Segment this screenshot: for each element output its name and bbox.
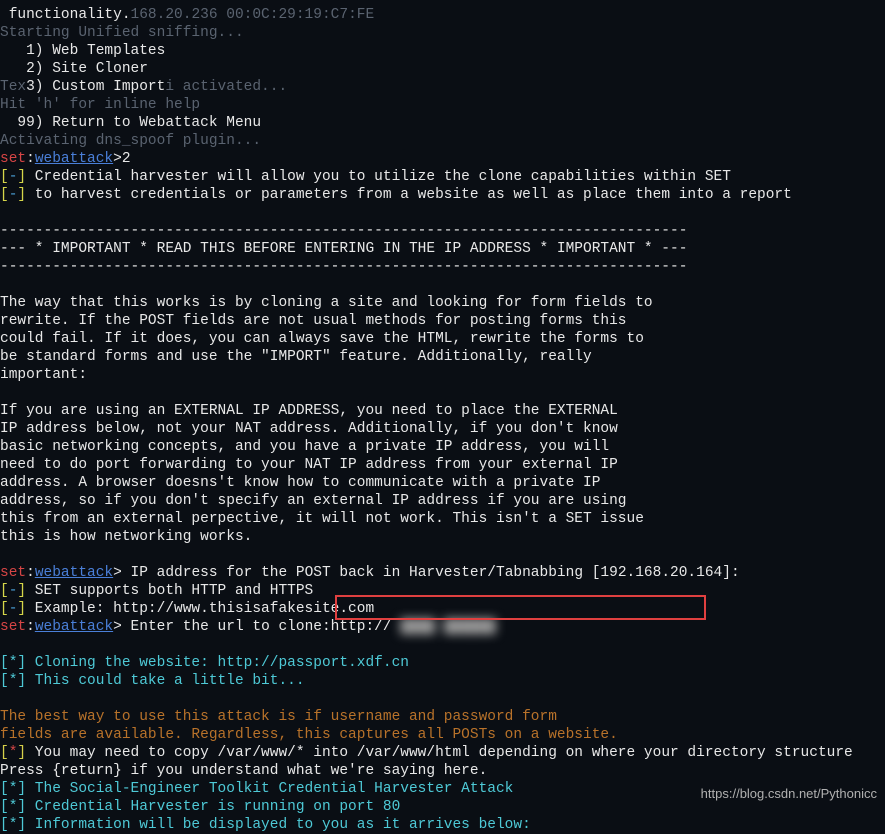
- info-line-2: to harvest credentials or parameters fro…: [26, 187, 792, 203]
- social-msg: The Social-Engineer Toolkit Credential H…: [26, 781, 513, 797]
- ip-prompt[interactable]: > IP address for the POST back in Harves…: [113, 565, 740, 581]
- cloning-msg: Cloning the website: http://passport.xdf…: [26, 655, 409, 671]
- text-sniffing: Starting Unified sniffing...: [0, 25, 244, 41]
- info-display: Information will be displayed to you as …: [26, 817, 531, 833]
- text-dns: Activating dns_spoof plugin...: [0, 133, 261, 149]
- text-help: Hit 'h' for inline help: [0, 97, 200, 113]
- prompt-webattack: webattack: [35, 151, 113, 167]
- bestway-1: The best way to use this attack is if us…: [0, 709, 557, 725]
- info-example: Example: http://www.thisisafakesite.com: [26, 601, 374, 617]
- watermark: https://blog.csdn.net/Pythonicc: [701, 785, 877, 803]
- menu-opt-1: 1) Web Templates: [0, 43, 165, 59]
- menu-opt-3: Custom Import: [44, 79, 166, 95]
- menu-opt-99: 99) Return to Webattack Menu: [0, 115, 261, 131]
- info-line-1: Credential harvester will allow you to u…: [26, 169, 731, 185]
- wait-msg: This could take a little bit...: [26, 673, 304, 689]
- user-input[interactable]: >2: [113, 151, 130, 167]
- important-header: --- * IMPORTANT * READ THIS BEFORE ENTER…: [0, 241, 687, 257]
- terminal-output: functionality.168.20.236 00:0C:29:19:C7:…: [0, 0, 885, 834]
- menu-opt-2: 2) Site Cloner: [0, 61, 148, 77]
- running-msg: Credential Harvester is running on port …: [26, 799, 400, 815]
- copy-msg: You may need to copy /var/www/* into /va…: [26, 745, 853, 761]
- prompt-set: set: [0, 151, 26, 167]
- redacted-url: ████ ██████: [400, 619, 496, 635]
- text-mac: 168.20.236 00:0C:29:19:C7:FE: [131, 7, 375, 23]
- text-functionality: functionality.: [0, 7, 131, 23]
- bestway-2: fields are available. Regardless, this c…: [0, 727, 618, 743]
- url-prompt[interactable]: > Enter the url to clone:http://: [113, 619, 400, 635]
- press-return[interactable]: Press {return} if you understand what we…: [0, 763, 487, 779]
- info-http: SET supports both HTTP and HTTPS: [26, 583, 313, 599]
